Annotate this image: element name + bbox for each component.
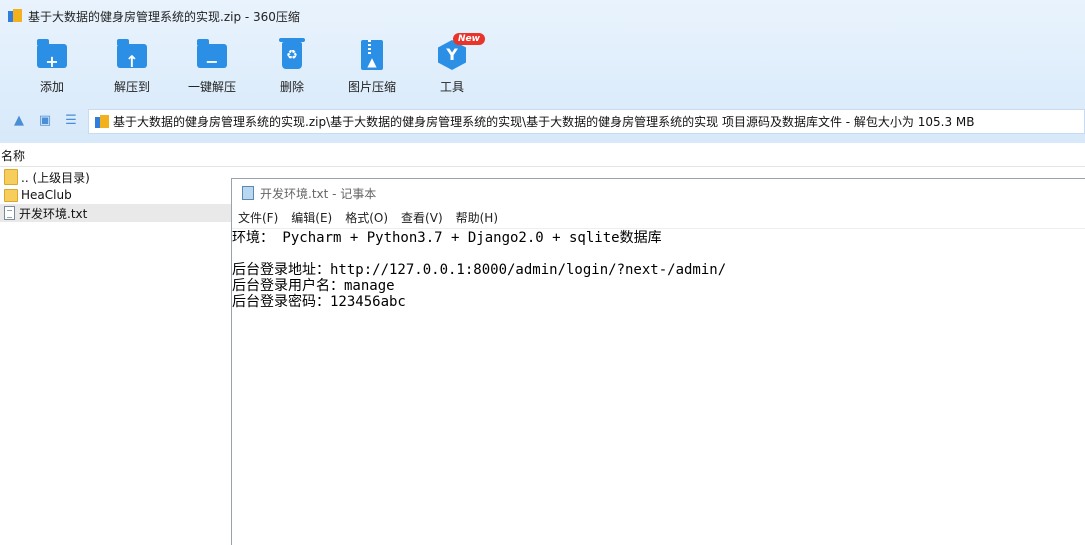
notepad-text-area[interactable]: 环境： Pycharm + Python3.7 + Django2.0 + sq… (232, 230, 1084, 310)
notepad-icon (242, 186, 254, 200)
address-bar[interactable]: 基于大数据的健身房管理系统的实现.zip\基于大数据的健身房管理系统的实现\基于… (88, 109, 1085, 134)
list-view-icon[interactable]: ☰ (62, 112, 80, 130)
recycle-bin-icon: ♻ (275, 38, 309, 72)
toolbar: + 添加 ↑ 解压到 − 一键解压 ♻ 删除 ▲ 图片压缩 Y New 工具 (0, 33, 700, 98)
name-column-header[interactable]: 名称 (1, 147, 25, 164)
folder-icon (4, 188, 18, 202)
file-list: .. (上级目录) HeaClub 开发环境.txt (0, 168, 232, 222)
list-item-parent-dir[interactable]: .. (上级目录) (0, 168, 232, 186)
menu-file[interactable]: 文件(F) (238, 209, 278, 226)
text-line: 后台登录地址：http://127.0.0.1:8000/admin/login… (232, 262, 727, 278)
extract-to-icon: ↑ (115, 38, 149, 72)
image-compress-icon: ▲ (355, 38, 389, 72)
image-compress-button[interactable]: ▲ 图片压缩 (332, 38, 412, 95)
notepad-title: 开发环境.txt - 记事本 (260, 186, 377, 201)
list-item-heaclub[interactable]: HeaClub (0, 186, 232, 204)
add-folder-icon: + (35, 38, 69, 72)
menu-format[interactable]: 格式(O) (345, 209, 388, 226)
menu-help[interactable]: 帮助(H) (456, 209, 498, 226)
tools-icon: Y New (435, 33, 485, 72)
menu-edit[interactable]: 编辑(E) (291, 209, 332, 226)
text-line: 后台登录密码：123456abc (232, 294, 406, 310)
title-bar: 基于大数据的健身房管理系统的实现.zip - 360压缩 (0, 0, 1085, 32)
one-click-extract-button[interactable]: − 一键解压 (172, 38, 252, 95)
file-list-header: 名称 (0, 143, 1085, 167)
archive-path-icon (95, 114, 109, 129)
navigation-bar: ▲ ▣ ☰ 基于大数据的健身房管理系统的实现.zip\基于大数据的健身房管理系统… (0, 107, 1085, 136)
app-header: 基于大数据的健身房管理系统的实现.zip - 360压缩 + 添加 ↑ 解压到 … (0, 0, 1085, 143)
text-line: 后台登录用户名：manage (232, 278, 395, 294)
up-arrow-icon[interactable]: ▲ (10, 112, 28, 130)
text-line (232, 246, 1084, 262)
text-line: 环境： Pycharm + Python3.7 + Django2.0 + sq… (232, 230, 662, 246)
extract-to-button[interactable]: ↑ 解压到 (92, 38, 172, 95)
list-item-dev-env-txt[interactable]: 开发环境.txt (0, 204, 232, 222)
one-click-extract-icon: − (195, 38, 229, 72)
archive-app-icon (8, 9, 22, 23)
add-button[interactable]: + 添加 (12, 38, 92, 95)
thumbnail-view-icon[interactable]: ▣ (36, 112, 54, 130)
delete-button[interactable]: ♻ 删除 (252, 38, 332, 95)
tools-button[interactable]: Y New 工具 (412, 33, 492, 95)
folder-icon (4, 169, 18, 185)
menu-view[interactable]: 查看(V) (401, 209, 443, 226)
notepad-window: 开发环境.txt - 记事本 文件(F) 编辑(E) 格式(O) 查看(V) 帮… (231, 178, 1085, 545)
notepad-title-bar: 开发环境.txt - 记事本 (232, 179, 1085, 207)
window-title: 基于大数据的健身房管理系统的实现.zip - 360压缩 (28, 9, 300, 24)
text-file-icon (4, 206, 15, 220)
notepad-menu-bar: 文件(F) 编辑(E) 格式(O) 查看(V) 帮助(H) (232, 207, 1085, 229)
new-badge: New (453, 33, 485, 45)
archive-path: 基于大数据的健身房管理系统的实现.zip\基于大数据的健身房管理系统的实现\基于… (113, 115, 975, 129)
